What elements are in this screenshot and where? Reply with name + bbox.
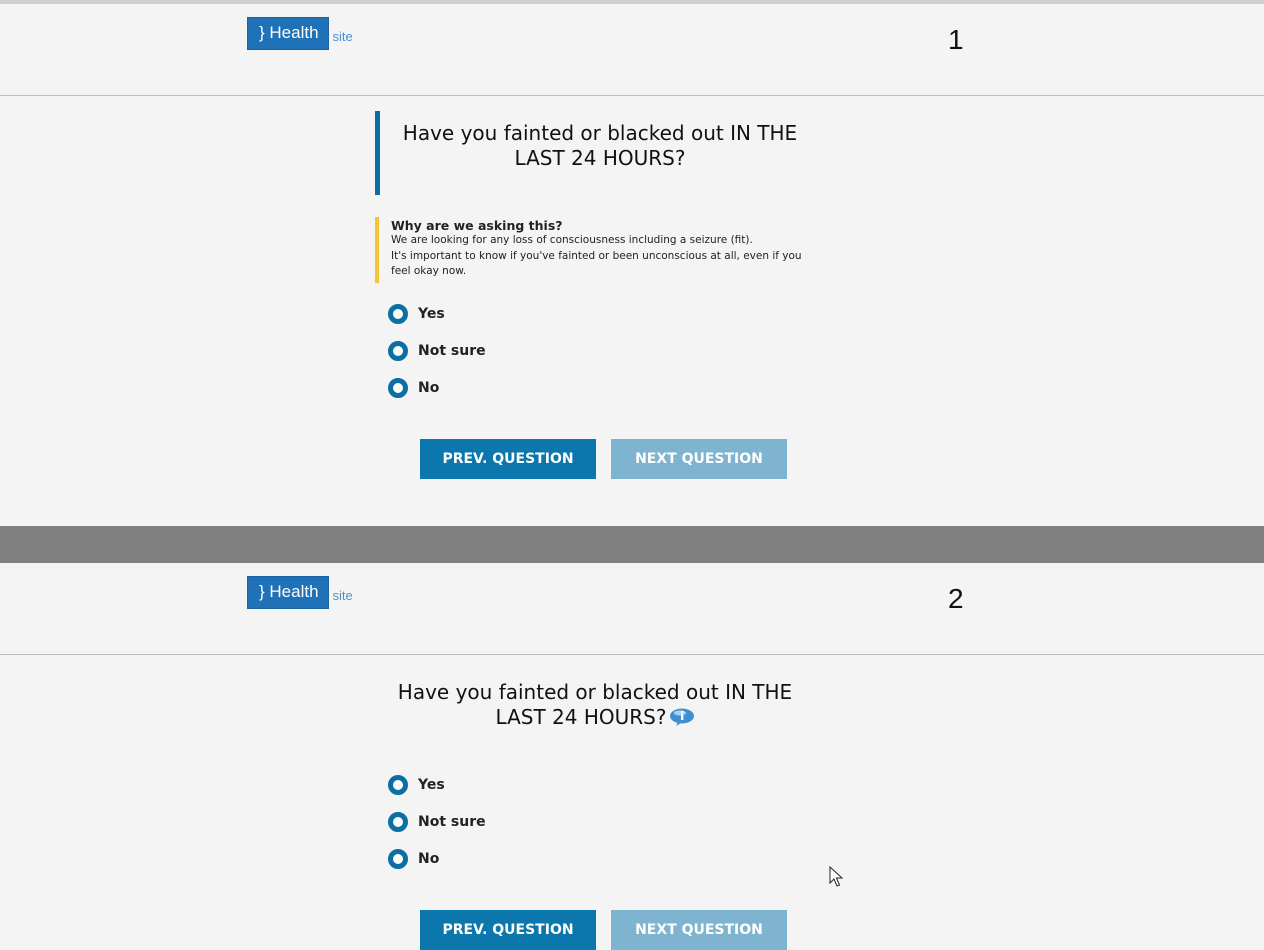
option-yes[interactable]: Yes [388, 304, 445, 324]
screen-variant-1: } Health site 1 Have you fainted or blac… [0, 4, 1264, 526]
question-block: Have you fainted or blacked out IN THE L… [375, 676, 815, 736]
next-question-button[interactable]: NEXT QUESTION [611, 439, 787, 479]
question-block: Have you fainted or blacked out IN THE L… [375, 111, 820, 195]
option-label: Yes [418, 777, 445, 793]
why-asking-text-2: It's important to know if you've fainted… [391, 249, 802, 278]
logo-suffix: site [332, 29, 353, 44]
option-no[interactable]: No [388, 378, 439, 398]
option-label: Not sure [418, 814, 486, 830]
logo-wordmark: } Health [247, 17, 329, 50]
logo-wordmark: } Health [247, 576, 329, 609]
question-text: Have you fainted or blacked out IN THE L… [397, 680, 793, 729]
mouse-cursor-icon [829, 866, 843, 887]
question-heading: Have you fainted or blacked out IN THE L… [375, 676, 815, 730]
site-logo[interactable]: } Health site [247, 576, 353, 609]
variant-number: 1 [948, 24, 964, 55]
prev-question-button[interactable]: PREV. QUESTION [420, 439, 596, 479]
radio-button[interactable] [388, 304, 408, 324]
radio-button[interactable] [388, 775, 408, 795]
option-not-sure[interactable]: Not sure [388, 341, 486, 361]
option-label: No [418, 851, 440, 867]
question-heading: Have you fainted or blacked out IN THE L… [402, 121, 798, 170]
why-asking-title: Why are we asking this? [391, 218, 563, 233]
variant-number: 2 [948, 583, 964, 614]
header-divider [0, 654, 1264, 655]
radio-button[interactable] [388, 812, 408, 832]
option-label: Not sure [418, 343, 486, 359]
header-divider [0, 95, 1264, 96]
screen-variant-2: } Health site 2 Have you fainted or blac… [0, 563, 1264, 950]
option-label: Yes [418, 306, 445, 322]
next-question-button[interactable]: NEXT QUESTION [611, 910, 787, 950]
radio-button[interactable] [388, 849, 408, 869]
option-label: No [418, 380, 440, 396]
logo-suffix: site [332, 588, 353, 603]
option-not-sure[interactable]: Not sure [388, 812, 486, 832]
radio-button[interactable] [388, 341, 408, 361]
variant-separator [0, 526, 1264, 563]
why-asking-callout: Why are we asking this? We are looking f… [375, 217, 815, 283]
why-asking-text-1: We are looking for any loss of conscious… [391, 234, 753, 246]
option-yes[interactable]: Yes [388, 775, 445, 795]
radio-button[interactable] [388, 378, 408, 398]
option-no[interactable]: No [388, 849, 439, 869]
info-speech-bubble-icon[interactable] [669, 708, 695, 726]
site-logo[interactable]: } Health site [247, 17, 353, 50]
prev-question-button[interactable]: PREV. QUESTION [420, 910, 596, 950]
